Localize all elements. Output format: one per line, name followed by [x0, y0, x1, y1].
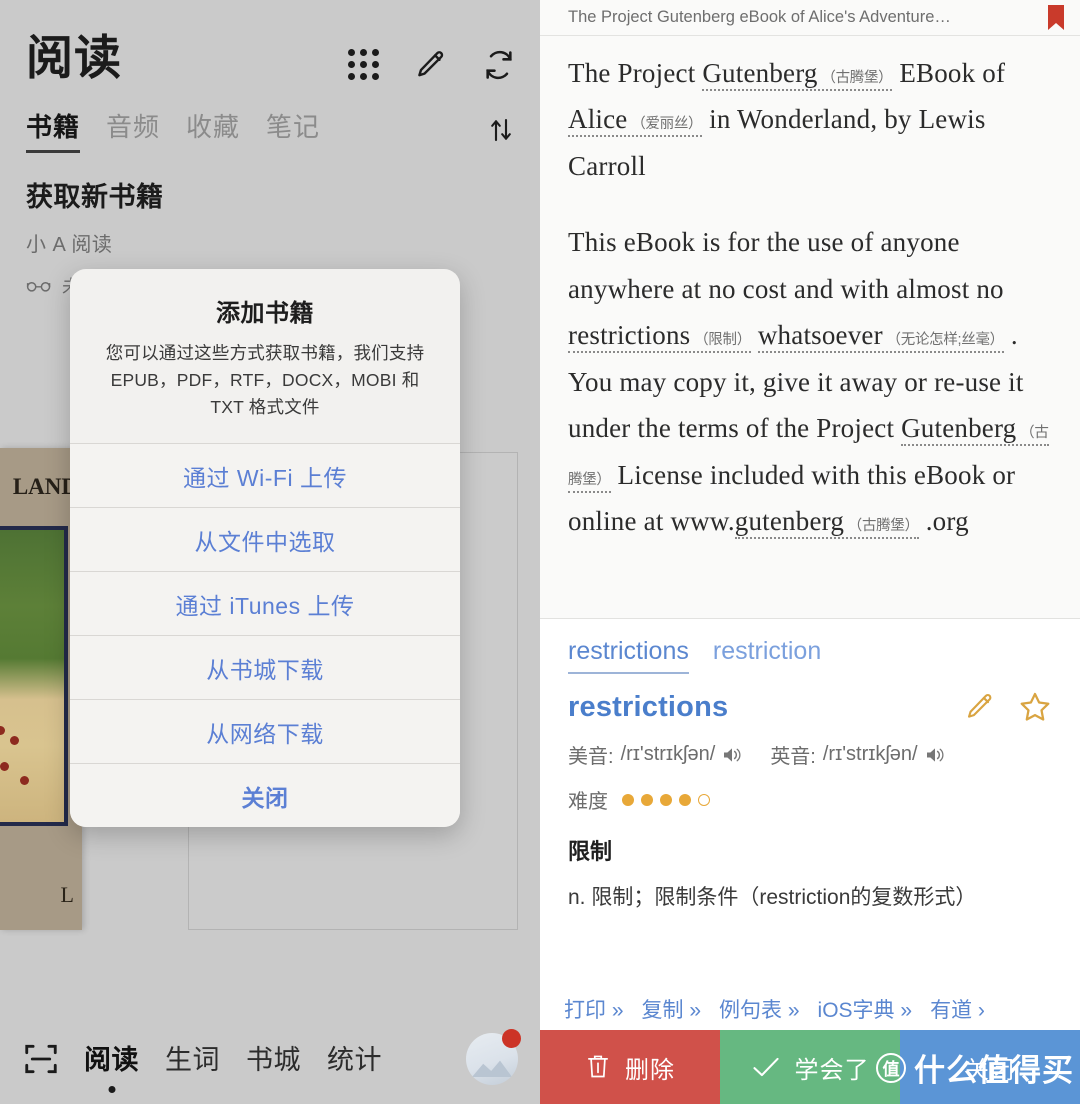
difficulty-dot [679, 793, 691, 806]
copy-link[interactable]: 复制 » [642, 994, 702, 1024]
difficulty-dot [660, 793, 672, 806]
annotated-word[interactable]: gutenberg （古腾堡） [734, 505, 919, 539]
delete-label: 删除 [625, 1056, 675, 1084]
scan-frame-icon[interactable] [22, 1040, 60, 1078]
annotated-word-text: gutenberg [734, 505, 845, 536]
modal-overlay: 添加书籍 您可以通过这些方式获取书籍，我们支持 EPUB，PDF，RTF，DOC… [0, 0, 540, 1104]
annotated-word[interactable]: Gutenberg （古腾堡） [702, 58, 893, 91]
bottom-nav-bookstore[interactable]: 书城 [246, 1038, 301, 1081]
pick-from-files-button[interactable]: 从文件中选取 [70, 507, 460, 572]
annotated-word-text: whatsoever [757, 320, 883, 351]
download-from-web-button[interactable]: 从网络下载 [70, 699, 460, 764]
reader-content: The Project Gutenberg （古腾堡） EBook of Ali… [540, 36, 1080, 606]
print-link[interactable]: 打印 » [564, 994, 624, 1024]
annotation-gloss: （古腾堡） [817, 70, 893, 86]
dictionary-links: 打印 » 复制 » 例句表 » iOS字典 » 有道 › [540, 994, 1080, 1024]
annotation-gloss: （无论怎样;丝毫） [882, 332, 1005, 349]
word-action-bar: 删除 学会了 关闭 值 什么值得买 [540, 1030, 1080, 1104]
annotation-gloss: （古腾堡） [844, 517, 919, 534]
upload-via-wifi-button[interactable]: 通过 Wi-Fi 上传 [70, 443, 460, 508]
dialog-header: 添加书籍 您可以通过这些方式获取书籍，我们支持 EPUB，PDF，RTF，DOC… [70, 269, 460, 443]
close-action-button[interactable]: 关闭 [900, 1030, 1080, 1104]
dictionary-definition: n. 限制；限制条件（restriction的复数形式） [568, 886, 977, 909]
dict-tab-restriction[interactable]: restriction [713, 637, 821, 674]
edit-pencil-icon[interactable] [964, 691, 996, 723]
reader-title: The Project Gutenberg eBook of Alice's A… [568, 8, 951, 26]
annotation-gloss: （爱丽丝） [627, 116, 703, 133]
difficulty-dot [698, 793, 710, 806]
bottom-nav-reading[interactable]: 阅读 [84, 1038, 139, 1081]
annotated-word[interactable]: whatsoever （无论怎样;丝毫） [757, 320, 1005, 354]
pronunciation-uk-label: 英音: [770, 746, 816, 768]
pronunciation-row: 美音: /rɪ'strɪkʃən/ 英音: /rɪ'strɪkʃən/ [568, 740, 1052, 769]
dictionary-headword-row: restrictions [568, 690, 1052, 724]
dictionary-tabs: restrictions restriction [568, 637, 1052, 674]
trash-icon [587, 1055, 609, 1078]
notification-badge [502, 1029, 521, 1048]
bottom-navigation-bar: 阅读 生词 书城 统计 [0, 1014, 540, 1104]
youdao-link[interactable]: 有道 › [930, 994, 985, 1024]
annotated-word-text: Alice [568, 104, 628, 135]
dialog-description: 您可以通过这些方式获取书籍，我们支持 EPUB，PDF，RTF，DOCX，MOB… [105, 343, 425, 418]
speaker-icon[interactable] [925, 746, 945, 764]
difficulty-label: 难度 [568, 791, 608, 813]
dictionary-sense: 限制 [568, 839, 613, 864]
annotated-word[interactable]: Alice （爱丽丝） [568, 104, 703, 138]
annotated-word-text: Gutenberg [901, 413, 1017, 444]
difficulty-dot [641, 793, 653, 806]
left-panel-reading-library: 阅读 书籍 音频 收藏 笔记 获取新书籍 小 A 阅读 LAND L 添加书籍 … [0, 0, 540, 1104]
examples-link[interactable]: 例句表 » [719, 994, 800, 1024]
title-paragraph[interactable]: The Project Gutenberg （古腾堡） EBook of Ali… [568, 50, 1052, 189]
difficulty-row: 难度 [568, 785, 1052, 814]
pronunciation-uk-ipa: /rɪ'strɪkʃən/ [822, 743, 918, 765]
bottom-nav-vocabulary[interactable]: 生词 [165, 1038, 220, 1081]
avatar[interactable] [466, 1029, 521, 1085]
reader-header: The Project Gutenberg eBook of Alice's A… [540, 0, 1080, 36]
bottom-nav-items: 阅读 生词 书城 统计 [84, 1038, 382, 1081]
dictionary-card: restrictions restriction restrictions 美音… [540, 618, 1080, 1030]
annotated-word-text: restrictions [568, 320, 691, 351]
dictionary-head-icons [964, 690, 1052, 724]
pronunciation-us-label: 美音: [568, 746, 614, 768]
dialog-title: 添加书籍 [216, 300, 314, 327]
ios-dictionary-link[interactable]: iOS字典 » [818, 994, 913, 1024]
annotated-word[interactable]: Gutenberg （古腾堡） [568, 413, 1049, 493]
upload-via-itunes-button[interactable]: 通过 iTunes 上传 [70, 571, 460, 636]
right-panel-reader: The Project Gutenberg eBook of Alice's A… [540, 0, 1080, 1104]
difficulty-dots [622, 793, 710, 806]
add-book-dialog: 添加书籍 您可以通过这些方式获取书籍，我们支持 EPUB，PDF，RTF，DOC… [70, 269, 460, 828]
learned-button[interactable]: 学会了 [720, 1030, 900, 1104]
pronunciation-us-ipa: /rɪ'strɪkʃən/ [620, 743, 716, 765]
dict-tab-restrictions[interactable]: restrictions [568, 637, 689, 674]
close-button[interactable]: 关闭 [70, 763, 460, 828]
star-icon[interactable] [1018, 690, 1052, 724]
bookmark-icon[interactable] [1046, 4, 1066, 32]
dictionary-headword: restrictions [568, 690, 729, 723]
annotated-word-text: Gutenberg [702, 58, 818, 88]
annotated-word[interactable]: restrictions （限制） [568, 320, 751, 354]
speaker-icon[interactable] [722, 746, 742, 764]
bottom-nav-statistics[interactable]: 统计 [327, 1038, 382, 1081]
annotation-gloss: （限制） [690, 332, 751, 349]
difficulty-dot [622, 793, 634, 806]
close-action-label: 关闭 [965, 1056, 1015, 1084]
body-paragraph[interactable]: This eBook is for the use of anyone anyw… [568, 219, 1052, 544]
check-icon [752, 1057, 779, 1077]
learned-label: 学会了 [794, 1056, 870, 1084]
pronunciation-us[interactable]: 美音: /rɪ'strɪkʃən/ [568, 740, 742, 769]
download-from-store-button[interactable]: 从书城下载 [70, 635, 460, 700]
app-root: 阅读 书籍 音频 收藏 笔记 获取新书籍 小 A 阅读 LAND L 添加书籍 … [0, 0, 1080, 1104]
pronunciation-uk[interactable]: 英音: /rɪ'strɪkʃən/ [770, 740, 944, 769]
delete-button[interactable]: 删除 [540, 1030, 720, 1104]
